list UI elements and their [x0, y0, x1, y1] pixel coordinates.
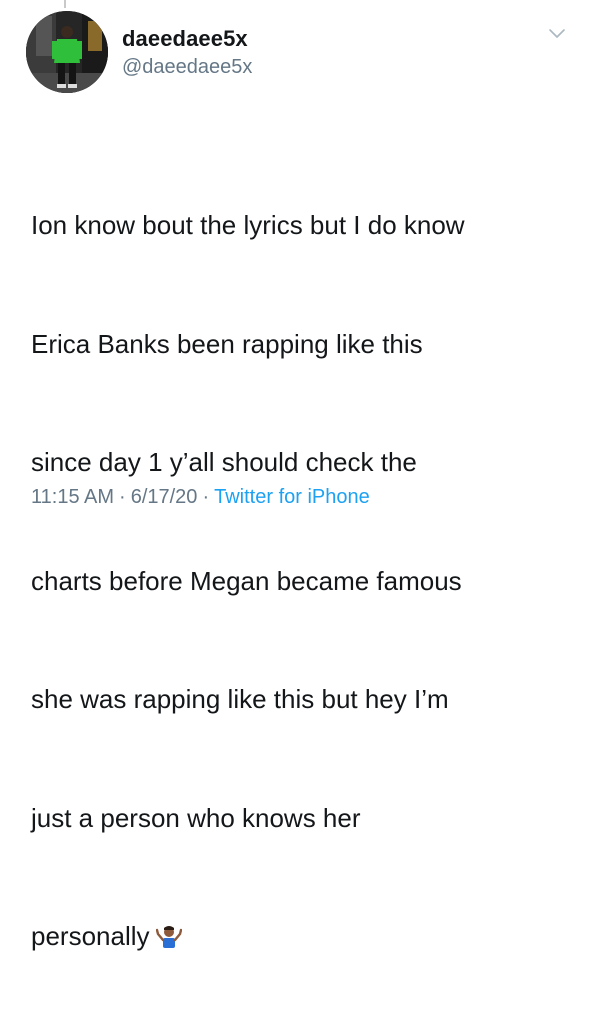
chevron-down-icon[interactable]	[548, 28, 566, 40]
meta-separator: ·	[202, 486, 210, 508]
tweet-text: Ion know bout the lyrics but I do know E…	[31, 127, 576, 1036]
tweet-text-line: charts before Megan became famous	[31, 565, 462, 596]
tweet-text-line: Ion know bout the lyrics but I do know	[31, 210, 465, 240]
tweet-text-line: since day 1 y’all should check the	[31, 447, 417, 477]
person-shrugging-emoji-icon	[155, 926, 182, 948]
avatar-photo-icon	[26, 11, 108, 93]
display-name[interactable]: daeedaee5x	[122, 26, 248, 52]
tweet-text-line: just a person who knows her	[31, 802, 361, 833]
tweet-text-line: Erica Banks been rapping like this	[31, 328, 423, 359]
meta-separator: ·	[119, 486, 126, 508]
tweet-text-last-line: personally	[31, 917, 576, 957]
avatar[interactable]	[26, 11, 108, 93]
tweet-text-line: she was rapping like this but hey I’m	[31, 684, 449, 714]
tweet-date[interactable]: 6/17/20	[131, 486, 198, 508]
tweet-text-line: personally	[31, 921, 150, 951]
tweet-time[interactable]: 11:15 AM	[31, 486, 114, 508]
thread-line	[64, 0, 66, 8]
tweet-meta: 11:15 AM · 6/17/20 · Twitter for iPhone	[31, 486, 370, 509]
tweet-source-link[interactable]: Twitter for iPhone	[214, 486, 370, 508]
tweet-card: daeedaee5x @daeedaee5x Ion know bout the…	[0, 0, 595, 951]
user-handle[interactable]: @daeedaee5x	[122, 56, 252, 79]
